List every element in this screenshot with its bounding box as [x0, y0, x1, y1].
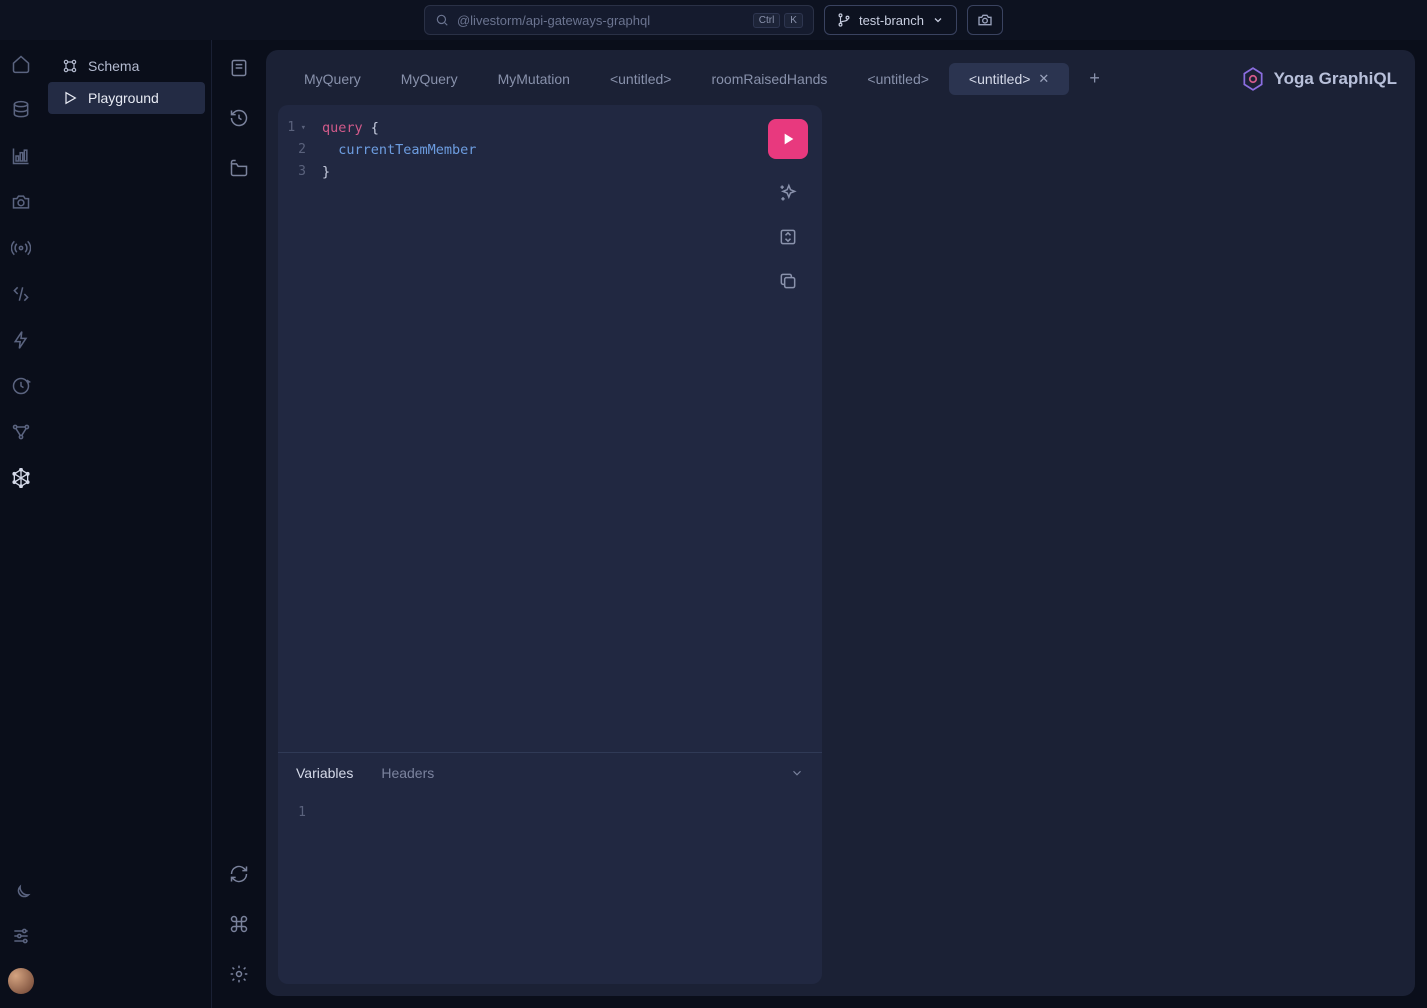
workspace: MyQuery MyQuery MyMutation <untitled> ro…: [266, 50, 1415, 996]
play-icon: [780, 131, 796, 147]
docs-icon[interactable]: [229, 58, 249, 78]
execute-button[interactable]: [768, 119, 808, 159]
code-content: query { currentTeamMember }: [322, 117, 822, 183]
search-kbd: CtrlK: [753, 13, 803, 28]
search-text: @livestorm/api-gateways-graphql: [457, 13, 650, 28]
branch-label: test-branch: [859, 13, 924, 28]
tab-roomraisedhands[interactable]: roomRaisedHands: [691, 63, 847, 95]
brand: Yoga GraphiQL: [1240, 66, 1397, 92]
play-item-icon: [62, 90, 78, 106]
history-icon[interactable]: [229, 108, 249, 128]
tab-myquery-1[interactable]: MyQuery: [284, 63, 381, 95]
broadcast-icon[interactable]: [11, 238, 31, 258]
sidebar-item-schema[interactable]: Schema: [48, 50, 205, 82]
analytics-icon[interactable]: [11, 146, 31, 166]
schema-item-icon: [62, 58, 78, 74]
query-editor[interactable]: 1 ▾ 2 3 query { currentTeamMember }: [278, 105, 822, 752]
variables-editor[interactable]: 1: [278, 793, 822, 828]
search-icon: [435, 13, 449, 27]
moon-icon[interactable]: [11, 884, 31, 904]
avatar[interactable]: [8, 968, 34, 994]
tab-myquery-2[interactable]: MyQuery: [381, 63, 478, 95]
clock-icon[interactable]: [11, 376, 31, 396]
copy-icon[interactable]: [778, 271, 798, 291]
camera2-icon[interactable]: [11, 192, 31, 212]
database-icon[interactable]: [11, 100, 31, 120]
results-panel: [834, 105, 1403, 984]
tool-column: [212, 40, 266, 1008]
merge-icon[interactable]: [778, 227, 798, 247]
tab-mymutation[interactable]: MyMutation: [478, 63, 590, 95]
branch-icon: [837, 13, 851, 27]
secondary-sidebar: Schema Playground: [42, 40, 212, 1008]
graphql-icon[interactable]: [11, 468, 31, 488]
sidebar-item-label: Schema: [88, 58, 139, 74]
tab-untitled-1[interactable]: <untitled>: [590, 63, 692, 95]
gutter: 1 ▾ 2 3: [278, 117, 314, 183]
home-icon[interactable]: [11, 54, 31, 74]
refresh-icon[interactable]: [229, 864, 249, 884]
tab-untitled-3[interactable]: <untitled> ✕: [949, 63, 1069, 95]
snapshot-button[interactable]: [967, 5, 1003, 35]
nav-rail: [0, 40, 42, 1008]
chevron-down-icon[interactable]: [790, 766, 804, 780]
tab-variables[interactable]: Variables: [296, 765, 353, 781]
sliders-icon[interactable]: [11, 926, 31, 946]
code-icon[interactable]: [11, 284, 31, 304]
yoga-logo-icon: [1240, 66, 1266, 92]
camera-icon: [977, 12, 993, 28]
prettify-icon[interactable]: [778, 183, 798, 203]
sidebar-item-label: Playground: [88, 90, 159, 106]
tab-untitled-2[interactable]: <untitled>: [847, 63, 949, 95]
variables-panel: Variables Headers 1: [278, 752, 822, 984]
tab-headers[interactable]: Headers: [381, 765, 434, 781]
tabs-row: MyQuery MyQuery MyMutation <untitled> ro…: [266, 50, 1415, 95]
chevron-down-icon: [932, 14, 944, 26]
global-search[interactable]: @livestorm/api-gateways-graphql CtrlK: [424, 5, 814, 35]
power-icon[interactable]: [11, 330, 31, 350]
close-icon[interactable]: ✕: [1038, 71, 1049, 87]
explorer-icon[interactable]: [229, 158, 249, 178]
graph-icon[interactable]: [11, 422, 31, 442]
sidebar-item-playground[interactable]: Playground: [48, 82, 205, 114]
branch-selector[interactable]: test-branch: [824, 5, 957, 35]
settings-icon[interactable]: [229, 964, 249, 984]
shortcuts-icon[interactable]: [229, 914, 249, 934]
add-tab-button[interactable]: +: [1079, 62, 1110, 95]
